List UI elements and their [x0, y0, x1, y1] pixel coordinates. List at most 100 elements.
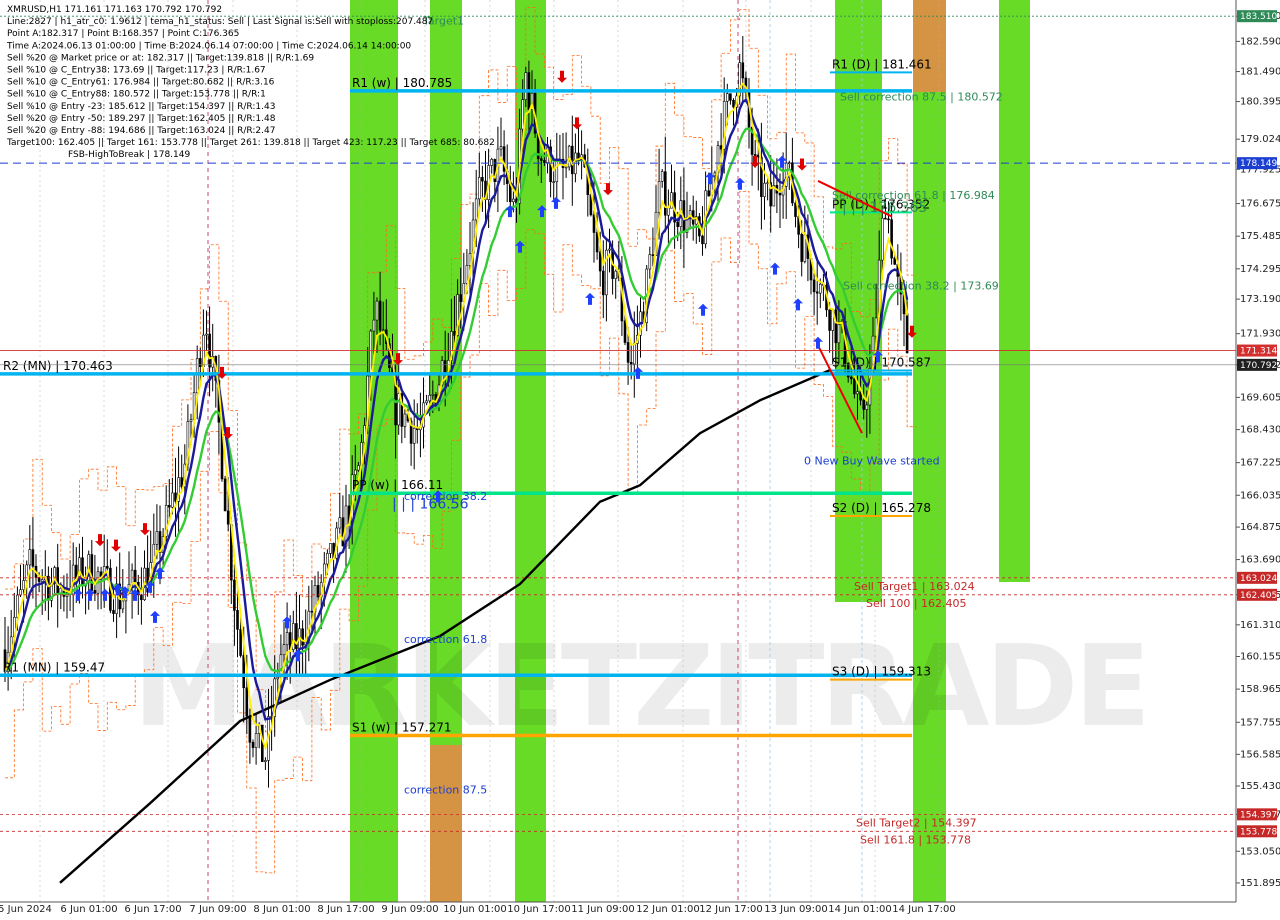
buy-arrow-icon [551, 196, 561, 209]
price-badge-label: 170.792 [1240, 361, 1277, 371]
candle-body [357, 465, 360, 471]
pivot-level-label: S1 (D) | 170.587 [832, 355, 931, 369]
candle-body [753, 154, 757, 156]
candle-body [849, 376, 853, 380]
candle-body [248, 715, 252, 743]
buy-arrow-icon [793, 298, 803, 311]
price-tick-label: 176.675 [1240, 199, 1280, 210]
sell-arrow-icon [140, 523, 150, 536]
price-badge-label: 163.024 [1240, 574, 1277, 584]
candle-body [815, 291, 819, 294]
candle-body [378, 300, 382, 331]
candle-body [276, 676, 280, 680]
price-chart[interactable]: MARKETZITRADE R1 (w) | 180.785 R2 (MN) | … [0, 0, 1280, 920]
candle-body [719, 145, 723, 150]
pivot-level-label: R1 (D) | 181.461 [832, 57, 932, 71]
candle-body [577, 152, 580, 160]
time-tick-label: 8 Jun 17:00 [317, 904, 374, 915]
candle-body [880, 217, 884, 261]
time-tick-label: 6 Jun 17:00 [124, 904, 181, 915]
candle-body [130, 569, 134, 585]
price-tick-label: 174.295 [1240, 264, 1280, 275]
price-tick-label: 157.755 [1240, 717, 1280, 728]
pivot-level-label: S1 (w) | 157.271 [352, 721, 452, 735]
candle-body [676, 221, 680, 227]
time-axis: 5 Jun 2024 6 Jun 01:00 6 Jun 17:00 7 Jun 09… [0, 901, 1236, 915]
price-tick-label: 166.035 [1240, 490, 1280, 501]
highlight-zone [913, 0, 946, 92]
candle-body [667, 207, 670, 216]
candle-body [226, 510, 230, 525]
header-info-line: Target100: 162.405 || Target 161: 153.77… [6, 138, 495, 148]
price-tick-label: 160.155 [1240, 651, 1280, 662]
header-info-line: Sell %20 @ Entry -88: 194.686 || Target:… [7, 126, 275, 136]
price-tick-label: 161.310 [1240, 620, 1280, 631]
candle-body [499, 146, 503, 150]
candle-body [555, 160, 559, 183]
chart-annotation: Sell 100 | 162.405 [866, 597, 967, 610]
time-tick-label: 14 Jun 17:00 [892, 904, 956, 915]
candle-body [632, 343, 636, 365]
candle-body [818, 283, 822, 294]
candle-body [106, 566, 109, 569]
price-badge-label: 178.149 [1240, 159, 1277, 169]
time-tick-label: 5 Jun 2024 [0, 904, 52, 915]
price-tick-label: 158.965 [1240, 684, 1280, 695]
candle-body [341, 517, 345, 547]
chart-annotation: correction 61.8 [404, 633, 487, 646]
candle-body [481, 177, 484, 182]
candle-body [657, 181, 661, 213]
buy-arrow-icon [770, 262, 780, 275]
candle-body [837, 324, 841, 344]
candle-body [893, 257, 897, 265]
watermark-text: MARKETZITRADE [133, 622, 1147, 752]
candle-body [459, 294, 463, 302]
time-tick-label: 11 Jun 09:00 [571, 904, 635, 915]
buy-arrow-icon [735, 177, 745, 190]
chart-annotation: Sell Target2 | 154.397 [856, 816, 977, 829]
candle-body [285, 632, 289, 646]
highlight-zone [430, 745, 462, 902]
candle-body [725, 93, 729, 102]
candle-body [205, 333, 208, 336]
candle-body [47, 575, 50, 601]
candle-body [828, 309, 831, 331]
sell-arrow-icon [797, 158, 807, 171]
candle-body [890, 219, 893, 259]
candle-body [539, 158, 543, 161]
header-info-line: Point A:182.317 | Point B:168.357 | Poin… [7, 29, 239, 39]
header-info-line: Line:2827 | h1_atr_c0: 1.9612 | tema_h1_… [7, 17, 433, 27]
candle-body [31, 549, 35, 567]
price-axis: 183.510182.590181.490180.395179.024177.9… [1235, 0, 1280, 902]
candle-body [651, 254, 655, 256]
candle-body [732, 100, 735, 108]
candle-body [465, 265, 469, 284]
price-tick-label: 151.895 [1240, 878, 1280, 889]
candle-body [601, 270, 605, 296]
pivot-level-label: S3 (D) | 159.313 [832, 665, 931, 679]
price-tick-label: 171.930 [1240, 329, 1280, 340]
candle-body [171, 492, 174, 508]
candle-body [521, 99, 525, 130]
candle-body [301, 628, 304, 646]
candle-body [623, 320, 627, 343]
candle-body [375, 300, 379, 321]
buy-arrow-icon [705, 172, 715, 185]
highlight-zone [913, 0, 946, 902]
buy-arrow-icon [585, 292, 595, 305]
candle-body [254, 733, 258, 748]
price-tick-label: 181.490 [1240, 67, 1280, 78]
time-tick-label: 6 Jun 01:00 [60, 904, 117, 915]
candle-body [763, 182, 766, 197]
watermark: MARKETZITRADE [133, 622, 1151, 752]
candle-body [121, 600, 125, 610]
candle-body [543, 160, 546, 163]
header-info-line: Sell %20 @ Entry -50: 189.297 || Target:… [7, 114, 276, 124]
candle-body [40, 579, 44, 582]
candle-body [431, 394, 435, 396]
price-tick-label: 163.690 [1240, 555, 1280, 566]
chart-annotation: Sell correction 87.5 | 180.572 [840, 91, 1003, 104]
header-info-line: XMRUSD,H1 171.161 171.163 170.792 170.79… [7, 5, 222, 15]
price-tick-label: 173.190 [1240, 294, 1280, 305]
candle-body [884, 217, 887, 220]
